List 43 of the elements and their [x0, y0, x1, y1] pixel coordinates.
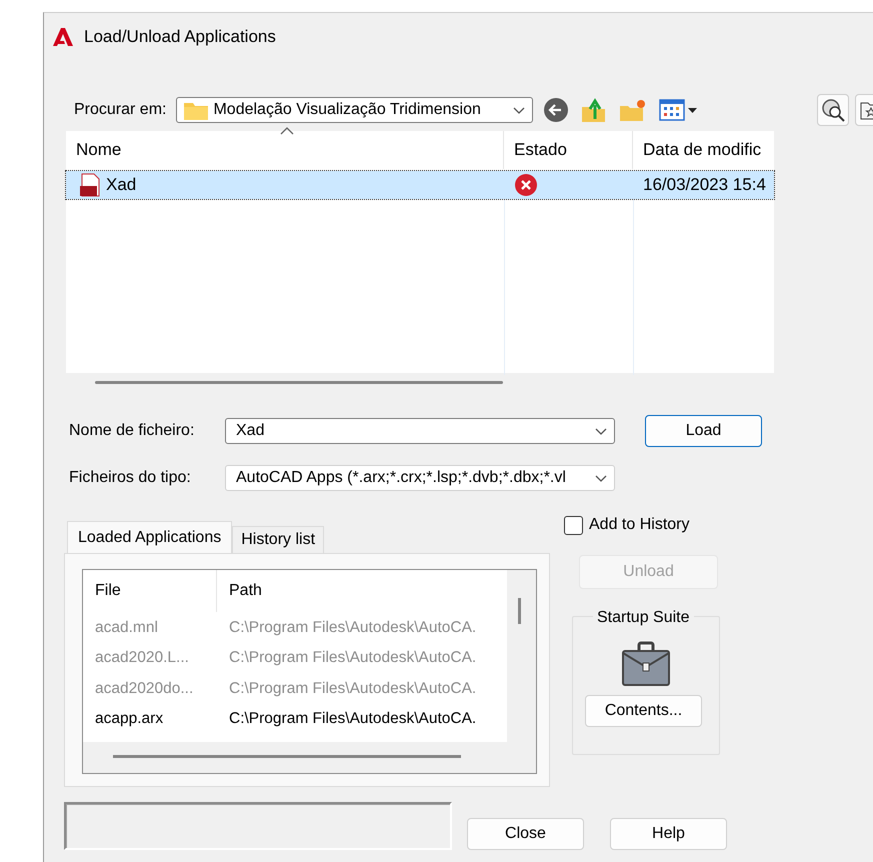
lisp-file-icon [78, 173, 102, 197]
field-label: Procurar em: [74, 100, 166, 120]
search-web-button[interactable] [817, 94, 849, 126]
globe-search-icon [821, 98, 845, 122]
field-label: Nome de ficheiro: [69, 421, 196, 441]
file-row[interactable]: Xad 16/03/2023 15:4 [66, 171, 774, 199]
tab[interactable]: History list [232, 526, 324, 553]
list-cell-text: C:\Program Files\Autodesk\AutoCA. [228, 678, 478, 699]
file-type-dropdown[interactable]: AutoCAD Apps (*.arx;*.crx;*.lsp;*.dvb;*.dbx;*.vl [225, 465, 615, 491]
window-title: Load/Unload Applications [84, 26, 276, 48]
dialog-button[interactable]: Close [467, 818, 584, 850]
list-cell-text: acapp.arx [94, 709, 164, 730]
scrollbar-thumb[interactable] [113, 755, 461, 758]
scrollbar-thumb[interactable] [518, 598, 521, 624]
error-icon [514, 173, 538, 197]
folder-up-icon[interactable] [581, 97, 608, 123]
list-cell-text: C:\Program Files\Autodesk\AutoCA. [228, 648, 478, 668]
file-name-field[interactable]: Xad [225, 418, 615, 444]
scrollbar-thumb[interactable] [95, 381, 503, 384]
modified-date: 16/03/2023 15:4 [643, 174, 766, 196]
column-header[interactable]: File [83, 570, 217, 612]
column-header[interactable]: Path [217, 570, 507, 612]
file-name: Xad [106, 174, 136, 196]
list-cell-text: acad.mnl [94, 618, 159, 638]
load-button[interactable]: Load [645, 415, 762, 447]
tab[interactable]: Loaded Applications [67, 521, 232, 553]
list-cell-text: C:\Program Files\Autodesk\AutoCA. [228, 618, 478, 638]
list-cell-text: acad2020.L... [94, 648, 190, 668]
column-header[interactable]: Nome [66, 131, 504, 169]
list-cell-text: acad2020do... [94, 678, 194, 699]
contents-button[interactable]: Contents... [585, 695, 702, 727]
column-header[interactable]: Estado [504, 131, 633, 169]
new-folder-icon[interactable] [619, 97, 648, 123]
field-label: Ficheiros do tipo: [69, 468, 192, 488]
column-header[interactable]: Data de modific [633, 131, 774, 169]
add-to-history-checkbox[interactable]: Add to History [564, 513, 724, 537]
briefcase-icon [621, 641, 671, 687]
list-cell-text: C:\Program Files\Autodesk\AutoCA. [228, 709, 478, 730]
folder-dropdown[interactable]: Modelação Visualização Tridimension [176, 97, 534, 123]
view-menu-icon[interactable] [659, 98, 700, 122]
sort-caret-icon [280, 126, 294, 135]
app-logo-icon [52, 27, 74, 47]
dialog-button[interactable]: Help [610, 818, 727, 850]
